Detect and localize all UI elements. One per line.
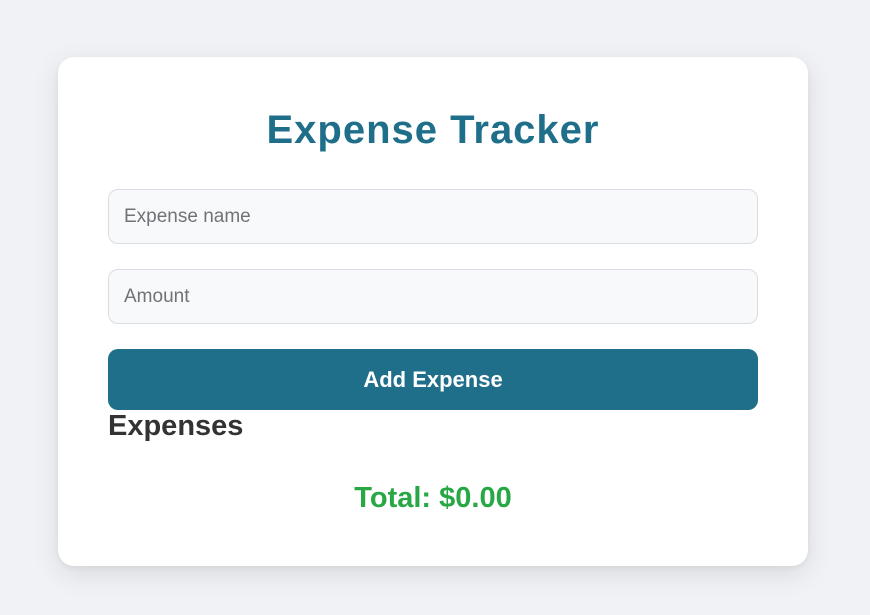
- amount-input[interactable]: [108, 269, 758, 324]
- add-expense-button[interactable]: Add Expense: [108, 349, 758, 410]
- expenses-heading: Expenses: [108, 410, 244, 442]
- expense-tracker-card: Expense Tracker Add Expense Expenses Tot…: [58, 57, 808, 566]
- page-title: Expense Tracker: [266, 108, 600, 152]
- total-amount: Total: $0.00: [354, 482, 512, 514]
- expense-name-input[interactable]: [108, 189, 758, 244]
